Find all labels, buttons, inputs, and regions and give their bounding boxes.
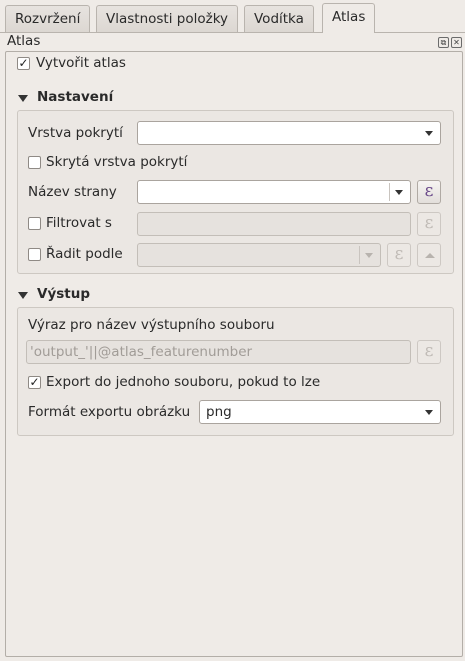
sort-checkbox[interactable] <box>28 248 41 261</box>
page-name-expression-button[interactable]: ε <box>417 180 441 204</box>
float-icon[interactable]: ⧉ <box>438 37 449 48</box>
sort-select[interactable] <box>137 243 381 267</box>
page-name-label: Název strany <box>28 184 117 200</box>
tab-label: Atlas <box>332 9 366 25</box>
tab-atlas[interactable]: Atlas <box>322 3 376 33</box>
hidden-coverage-checkbox[interactable] <box>28 156 41 169</box>
check-icon: ✓ <box>29 375 40 389</box>
expression-icon: ε <box>424 181 434 201</box>
settings-group-title[interactable]: Nastavení <box>37 89 113 105</box>
coverage-layer-select[interactable] <box>137 121 441 145</box>
output-group-title[interactable]: Výstup <box>37 286 90 302</box>
filename-expression-button[interactable]: ε <box>417 340 441 364</box>
tab-guides[interactable]: Vodítka <box>244 5 314 32</box>
dock-title: Atlas <box>7 33 41 49</box>
tab-label: Vodítka <box>254 11 304 27</box>
tab-layout[interactable]: Rozvržení <box>5 5 91 32</box>
close-icon[interactable]: ✕ <box>451 37 462 48</box>
expression-icon: ε <box>424 213 434 233</box>
image-format-label: Formát exportu obrázku <box>28 404 191 420</box>
tab-label: Rozvržení <box>15 11 81 27</box>
filename-expression-input[interactable]: 'output_'||@atlas_featurenumber <box>26 340 411 364</box>
generate-atlas-label: Vytvořit atlas <box>36 55 126 71</box>
tab-label: Vlastnosti položky <box>106 11 229 27</box>
chevron-down-icon <box>425 410 433 415</box>
expression-icon: ε <box>424 341 434 361</box>
check-icon: ✓ <box>18 56 29 70</box>
combo-separator <box>359 246 360 264</box>
filter-checkbox[interactable] <box>28 217 41 230</box>
tab-bar-divider <box>0 32 465 33</box>
sort-ascending-button[interactable] <box>417 243 441 267</box>
chevron-down-icon <box>425 131 433 136</box>
single-file-checkbox[interactable]: ✓ <box>28 376 41 389</box>
arrow-up-icon <box>425 253 435 258</box>
image-format-value: png <box>206 404 232 420</box>
coverage-layer-label: Vrstva pokrytí <box>28 125 123 141</box>
filter-expression-button[interactable]: ε <box>417 212 441 236</box>
chevron-down-icon <box>365 253 373 258</box>
tab-item-properties[interactable]: Vlastnosti položky <box>96 5 239 32</box>
generate-atlas-checkbox[interactable]: ✓ <box>17 57 30 70</box>
filter-input[interactable] <box>137 212 411 236</box>
filename-expression-value: 'output_'||@atlas_featurenumber <box>30 344 253 360</box>
sort-expression-button[interactable]: ε <box>387 243 411 267</box>
collapse-output-icon[interactable] <box>18 292 28 299</box>
single-file-label: Export do jednoho souboru, pokud to lze <box>46 374 321 390</box>
collapse-settings-icon[interactable] <box>18 95 28 102</box>
sort-label: Řadit podle <box>46 246 123 262</box>
filename-expression-label: Výraz pro název výstupního souboru <box>28 317 275 333</box>
filter-label: Filtrovat s <box>46 215 112 231</box>
chevron-down-icon <box>395 190 403 195</box>
combo-separator <box>389 183 390 201</box>
image-format-select[interactable]: png <box>199 400 441 424</box>
hidden-coverage-label: Skrytá vrstva pokrytí <box>46 154 188 170</box>
page-name-select[interactable] <box>137 180 411 204</box>
expression-icon: ε <box>394 244 404 264</box>
